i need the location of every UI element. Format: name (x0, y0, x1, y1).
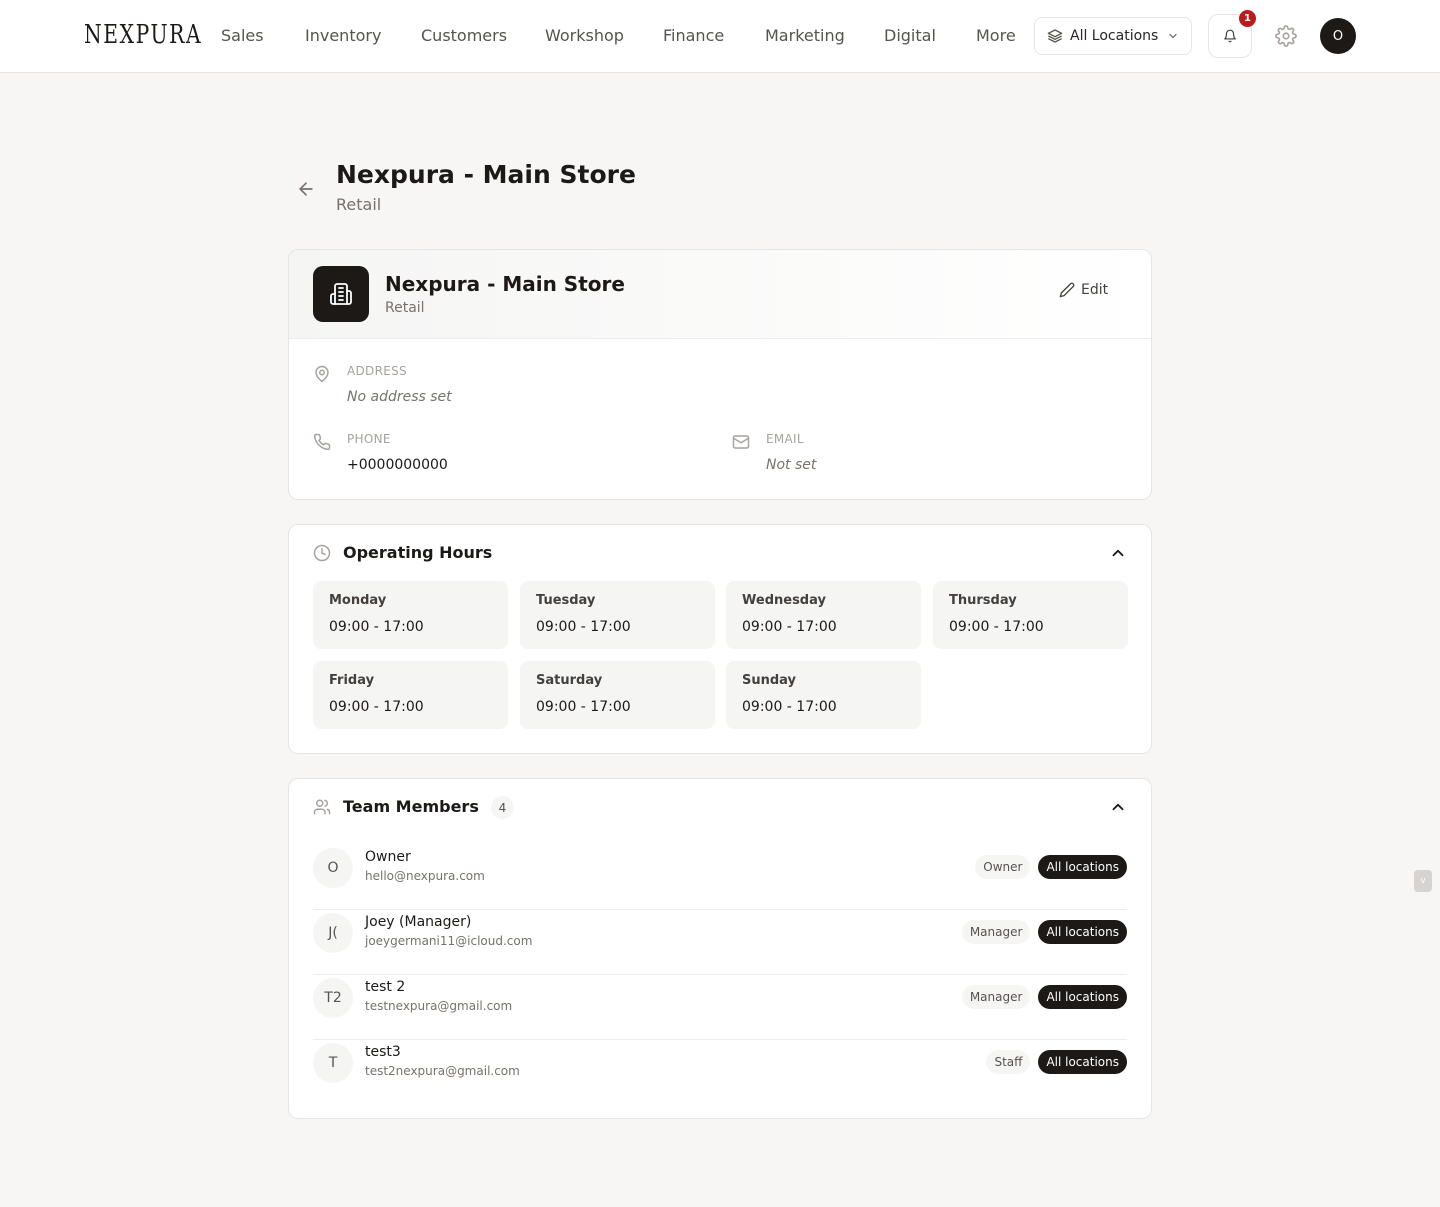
location-selector-label: All Locations (1070, 28, 1159, 44)
edit-button-label: Edit (1081, 282, 1109, 298)
member-name: test3 (365, 1044, 401, 1060)
email-label: EMAIL (766, 432, 804, 446)
day-tile-monday: Monday 09:00 - 17:00 (313, 581, 508, 649)
team-member-row[interactable]: O Owner hello@nexpura.com Owner All loca… (313, 845, 1127, 910)
day-name: Friday (329, 673, 375, 688)
page-subtitle: Retail (336, 195, 382, 214)
day-hours: 09:00 - 17:00 (742, 619, 837, 635)
day-tile-tuesday: Tuesday 09:00 - 17:00 (520, 581, 715, 649)
store-type: Retail (385, 300, 425, 316)
brand-logo[interactable]: NEXPURA (84, 20, 202, 50)
day-hours: 09:00 - 17:00 (329, 619, 424, 635)
day-tile-wednesday: Wednesday 09:00 - 17:00 (726, 581, 921, 649)
member-avatar: O (313, 848, 353, 888)
address-value: No address set (347, 389, 452, 405)
role-badge: Staff (986, 1050, 1031, 1074)
chevron-up-icon[interactable] (1109, 544, 1127, 562)
location-scope-badge: All locations (1038, 1050, 1127, 1074)
operating-hours-card: Operating Hours Monday 09:00 - 17:00 Tue… (288, 524, 1152, 754)
nav-workshop[interactable]: Workshop (545, 26, 624, 45)
member-avatar: T (313, 1043, 353, 1083)
day-hours: 09:00 - 17:00 (536, 699, 631, 715)
role-badge: Manager (961, 985, 1031, 1009)
role-badge: Manager (961, 920, 1031, 944)
team-count-badge: 4 (491, 796, 514, 819)
day-name: Sunday (742, 673, 797, 688)
member-email: test2nexpura@gmail.com (365, 1064, 520, 1078)
store-details-card: Nexpura - Main Store Retail Edit ADDRESS… (288, 249, 1152, 500)
member-email: joeygermani11@icloud.com (365, 934, 533, 948)
mail-icon (732, 435, 750, 449)
day-name: Tuesday (536, 593, 596, 608)
day-tile-thursday: Thursday 09:00 - 17:00 (933, 581, 1128, 649)
member-name: Joey (Manager) (365, 914, 472, 930)
phone-value: +0000000000 (347, 457, 448, 473)
member-name: Owner (365, 849, 411, 865)
back-arrow-icon[interactable] (296, 179, 316, 199)
day-hours: 09:00 - 17:00 (329, 699, 424, 715)
email-value: Not set (766, 457, 817, 473)
operating-hours-title: Operating Hours (343, 543, 493, 562)
day-name: Monday (329, 593, 387, 608)
phone-label: PHONE (347, 432, 391, 446)
member-email: hello@nexpura.com (365, 869, 485, 883)
day-name: Thursday (949, 593, 1017, 608)
store-name: Nexpura - Main Store (385, 272, 625, 296)
address-label: ADDRESS (347, 364, 407, 378)
member-email: testnexpura@gmail.com (365, 999, 513, 1013)
day-hours: 09:00 - 17:00 (536, 619, 631, 635)
location-scope-badge: All locations (1038, 920, 1127, 944)
phone-icon (313, 433, 331, 451)
member-avatar: T2 (313, 978, 353, 1018)
location-selector[interactable]: All Locations (1034, 17, 1192, 55)
edit-button[interactable]: Edit (1059, 282, 1108, 298)
bell-icon (1224, 29, 1236, 43)
page-title: Nexpura - Main Store (336, 160, 636, 189)
building-icon (313, 266, 369, 322)
users-icon (313, 799, 331, 815)
day-tile-sunday: Sunday 09:00 - 17:00 (726, 661, 921, 729)
user-avatar[interactable]: O (1320, 18, 1356, 54)
team-member-row[interactable]: T2 test 2 testnexpura@gmail.com Manager … (313, 975, 1127, 1040)
nav-customers[interactable]: Customers (421, 26, 507, 45)
gear-icon[interactable] (1275, 25, 1297, 47)
role-badge: Owner (975, 855, 1031, 879)
day-tile-saturday: Saturday 09:00 - 17:00 (520, 661, 715, 729)
nav-sales[interactable]: Sales (221, 26, 264, 45)
pencil-icon (1059, 282, 1075, 298)
chevron-up-icon[interactable] (1109, 798, 1127, 816)
day-hours: 09:00 - 17:00 (742, 699, 837, 715)
map-pin-icon (315, 365, 329, 383)
location-scope-badge: All locations (1038, 985, 1127, 1009)
member-avatar: J( (313, 913, 353, 953)
day-name: Saturday (536, 673, 603, 688)
team-members-card: Team Members 4 O Owner hello@nexpura.com… (288, 778, 1152, 1119)
layers-icon (1047, 29, 1063, 43)
clock-icon (313, 544, 331, 562)
store-card-header: Nexpura - Main Store Retail Edit (289, 250, 1151, 339)
location-scope-badge: All locations (1038, 855, 1127, 879)
nav-marketing[interactable]: Marketing (765, 26, 845, 45)
nav-finance[interactable]: Finance (663, 26, 724, 45)
chevron-down-icon (1169, 33, 1177, 39)
top-nav: NEXPURA Sales Inventory Customers Worksh… (0, 0, 1440, 73)
nav-inventory[interactable]: Inventory (305, 26, 381, 45)
notification-badge: 1 (1239, 10, 1256, 27)
side-panel-toggle[interactable]: v (1414, 870, 1432, 892)
team-member-row[interactable]: J( Joey (Manager) joeygermani11@icloud.c… (313, 910, 1127, 975)
day-tile-friday: Friday 09:00 - 17:00 (313, 661, 508, 729)
nav-more[interactable]: More (976, 26, 1016, 45)
member-name: test 2 (365, 979, 406, 995)
team-members-title: Team Members (343, 797, 479, 816)
day-hours: 09:00 - 17:00 (949, 619, 1044, 635)
team-member-row[interactable]: T test3 test2nexpura@gmail.com Staff All… (313, 1040, 1127, 1105)
nav-digital[interactable]: Digital (884, 26, 936, 45)
day-name: Wednesday (742, 593, 826, 608)
